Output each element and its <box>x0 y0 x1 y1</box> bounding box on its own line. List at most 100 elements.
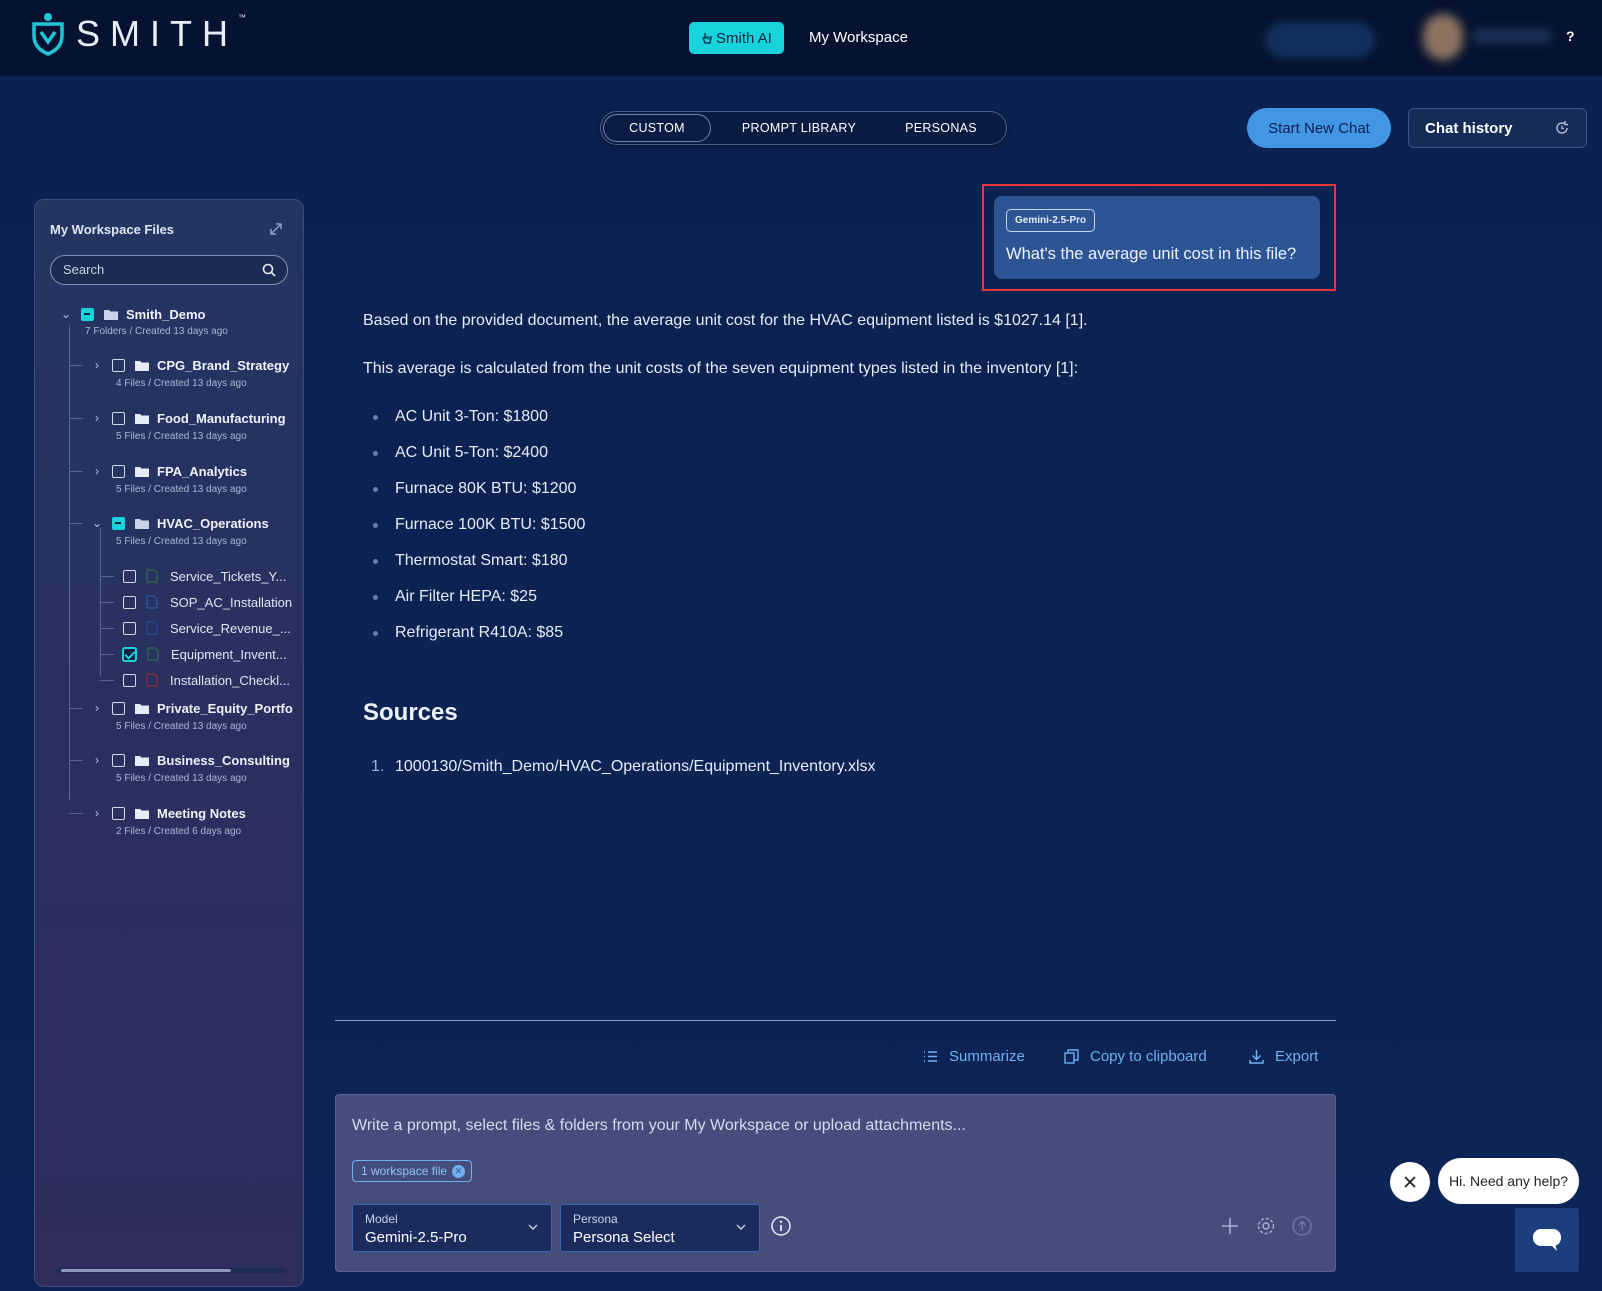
list-item: AC Unit 5-Ton: $2400 <box>373 444 548 462</box>
export-button[interactable]: Export <box>1248 1048 1318 1065</box>
panel-title: My Workspace Files <box>50 222 175 237</box>
chevron-right-icon[interactable]: › <box>90 753 104 767</box>
remove-chip-icon[interactable]: ✕ <box>452 1164 466 1178</box>
start-new-chat-button[interactable]: Start New Chat <box>1247 108 1391 148</box>
file-item-selected[interactable]: Equipment_Invent... <box>114 644 287 664</box>
list-item-text: Furnace 80K BTU: $1200 <box>395 480 577 497</box>
file-checkbox[interactable] <box>123 621 136 635</box>
search-field[interactable] <box>50 255 288 285</box>
scrollbar-thumb[interactable] <box>61 1269 231 1272</box>
tree-node-folder[interactable]: › CPG_Brand_Strategy <box>90 355 289 375</box>
user-name-blurred[interactable] <box>1472 28 1552 44</box>
search-icon[interactable] <box>261 262 277 278</box>
expand-icon[interactable] <box>267 220 285 238</box>
chevron-down-icon[interactable]: ⌄ <box>90 516 104 530</box>
send-icon[interactable] <box>1291 1215 1313 1237</box>
file-item[interactable]: Service_Tickets_Y... <box>115 566 286 586</box>
list-item-text: AC Unit 3-Ton: $1800 <box>395 408 548 425</box>
close-help-button[interactable] <box>1390 1162 1430 1202</box>
list-item-text: Refrigerant R410A: $85 <box>395 624 564 641</box>
tree-node-smith-demo[interactable]: ⌄ Smith_Demo <box>59 304 206 324</box>
copy-to-clipboard-button[interactable]: Copy to clipboard <box>1063 1048 1207 1065</box>
workspace-file-chip[interactable]: 1 workspace file ✕ <box>352 1160 473 1182</box>
persona-caption: Persona <box>573 1212 618 1226</box>
model-caption: Model <box>365 1212 398 1226</box>
chevron-right-icon[interactable]: › <box>90 464 104 478</box>
download-icon <box>1249 1050 1264 1064</box>
tree-node-folder[interactable]: › FPA_Analytics <box>90 461 247 481</box>
chevron-down-icon[interactable]: ⌄ <box>59 307 73 321</box>
file-name: Equipment_Invent... <box>171 646 287 662</box>
folder-checkbox[interactable] <box>112 516 125 530</box>
folder-open-icon <box>104 309 118 320</box>
chat-launcher-button[interactable] <box>1515 1208 1579 1272</box>
folder-meta: 5 Files / Created 13 days ago <box>116 773 247 784</box>
persona-select[interactable]: Persona Persona Select <box>560 1204 760 1252</box>
file-checkbox[interactable] <box>123 569 136 583</box>
folder-checkbox[interactable] <box>112 411 125 425</box>
tree-node-folder[interactable]: › Private_Equity_Portfo <box>90 698 293 718</box>
user-message-text: What's the average unit cost in this fil… <box>1006 245 1297 263</box>
folder-checkbox[interactable] <box>112 701 125 715</box>
folder-checkbox[interactable] <box>112 464 125 478</box>
prompt-input[interactable]: Write a prompt, select files & folders f… <box>352 1117 1312 1135</box>
tree-connector <box>69 418 83 419</box>
tab-personas[interactable]: PERSONAS <box>887 114 995 142</box>
info-icon[interactable] <box>770 1215 792 1237</box>
chevron-right-icon[interactable]: › <box>90 411 104 425</box>
file-checkbox[interactable] <box>123 595 136 609</box>
tree-connector <box>69 760 83 761</box>
list-item-text: Furnace 100K BTU: $1500 <box>395 516 586 533</box>
help-bubble[interactable]: Hi. Need any help? <box>1438 1158 1579 1204</box>
user-status-blurred[interactable] <box>1265 22 1375 58</box>
smith-ai-button[interactable]: Smith AI <box>689 22 784 54</box>
source-path[interactable]: 1000130/Smith_Demo/HVAC_Operations/Equip… <box>395 758 876 776</box>
tree-connector <box>69 813 83 814</box>
summarize-button[interactable]: Summarize <box>922 1048 1025 1065</box>
file-checkbox-checked[interactable] <box>122 646 137 662</box>
folder-checkbox[interactable] <box>112 753 125 767</box>
answer-paragraph: This average is calculated from the unit… <box>363 360 1079 377</box>
folder-checkbox[interactable] <box>112 806 125 820</box>
horizontal-scrollbar[interactable] <box>57 1268 287 1273</box>
export-label: Export <box>1275 1048 1319 1065</box>
tab-prompt-library[interactable]: PROMPT LIBRARY <box>711 114 887 142</box>
help-button[interactable]: ? <box>1566 28 1575 44</box>
summarize-label: Summarize <box>949 1048 1025 1065</box>
folder-checkbox[interactable] <box>112 358 125 372</box>
search-input[interactable] <box>63 262 253 277</box>
avatar[interactable] <box>1423 14 1463 60</box>
model-select[interactable]: Model Gemini-2.5-Pro <box>352 1204 552 1252</box>
chat-history-button[interactable]: Chat history <box>1408 108 1587 148</box>
tree-node-folder-hvac[interactable]: ⌄ HVAC_Operations <box>90 513 269 533</box>
list-item-text: Thermostat Smart: $180 <box>395 552 568 569</box>
tree-connector <box>100 602 114 603</box>
excel-file-icon <box>147 647 159 661</box>
folder-name: Meeting Notes <box>157 805 246 821</box>
file-checkbox[interactable] <box>123 673 136 687</box>
file-item[interactable]: Installation_Checkl... <box>115 670 290 690</box>
folder-meta: 2 Files / Created 6 days ago <box>116 826 242 837</box>
gear-icon[interactable] <box>1255 1215 1277 1237</box>
tab-custom[interactable]: CUSTOM <box>603 114 711 142</box>
tree-node-folder[interactable]: › Food_Manufacturing <box>90 408 286 428</box>
tree-node-folder[interactable]: › Meeting Notes <box>90 803 246 823</box>
file-item[interactable]: SOP_AC_Installation <box>115 592 292 612</box>
list-item: AC Unit 3-Ton: $1800 <box>373 408 548 426</box>
source-item[interactable]: 1. 1000130/Smith_Demo/HVAC_Operations/Eq… <box>371 758 876 776</box>
bullet-icon <box>373 486 378 492</box>
copy-icon <box>1064 1049 1079 1064</box>
tree-node-folder[interactable]: › Business_Consulting <box>90 750 290 770</box>
file-item[interactable]: Service_Revenue_... <box>115 618 291 638</box>
chevron-right-icon[interactable]: › <box>90 358 104 372</box>
list-item: Furnace 100K BTU: $1500 <box>373 516 585 534</box>
answer-paragraph: Based on the provided document, the aver… <box>363 312 1088 329</box>
chevron-right-icon[interactable]: › <box>90 701 104 715</box>
plus-icon[interactable] <box>1219 1215 1241 1237</box>
my-workspace-link[interactable]: My Workspace <box>809 29 908 46</box>
top-bar: SMITH™ Smith AI My Workspace ? <box>0 0 1602 76</box>
bullet-icon <box>373 414 378 420</box>
smith-logo[interactable]: SMITH™ <box>30 12 256 56</box>
chevron-right-icon[interactable]: › <box>90 806 104 820</box>
folder-checkbox[interactable] <box>81 307 94 321</box>
